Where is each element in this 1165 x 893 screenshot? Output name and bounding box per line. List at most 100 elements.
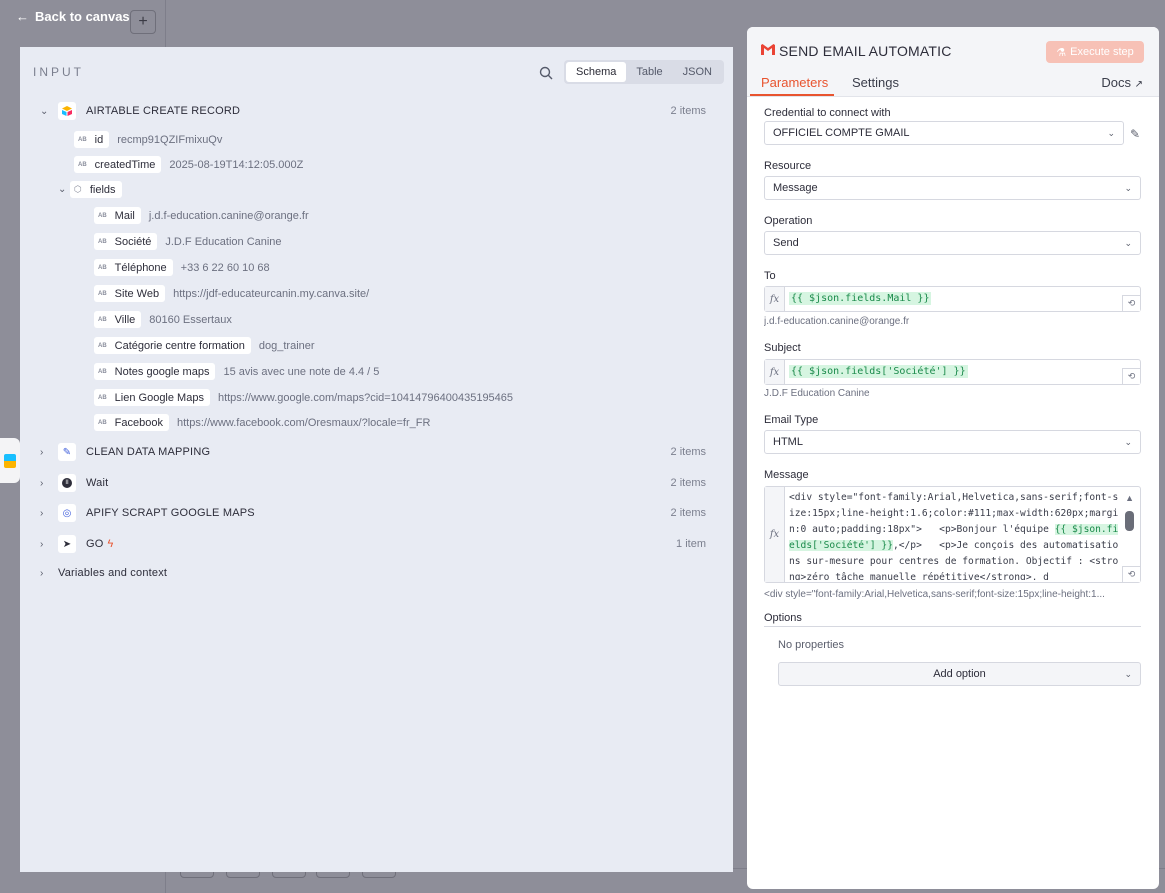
scrollbar-thumb[interactable] — [1125, 511, 1134, 531]
string-type-icon: AB — [98, 342, 107, 349]
active-tab-indicator — [750, 94, 834, 96]
chevron-down-icon: ⌄ — [1124, 669, 1132, 679]
email-type-select[interactable]: HTML ⌄ — [764, 430, 1141, 454]
resource-select[interactable]: Message ⌄ — [764, 176, 1141, 200]
chevron-down-icon: ⌄ — [40, 105, 49, 117]
docs-link[interactable]: Docs ↗ — [1101, 75, 1143, 90]
field-key[interactable]: AB Mail — [94, 207, 141, 224]
field-key[interactable]: AB Catégorie centre formation — [94, 337, 251, 354]
string-type-icon: AB — [98, 394, 107, 401]
field-row: AB Mail j.d.f-education.canine@orange.fr — [94, 207, 309, 224]
lightning-icon: ϟ — [107, 538, 114, 550]
field-key[interactable]: AB Téléphone — [94, 259, 173, 276]
gmail-icon — [761, 44, 775, 55]
field-value: 15 avis avec une note de 4.4 / 5 — [223, 365, 380, 378]
chevron-down-icon: ⌄ — [1124, 238, 1132, 248]
to-input[interactable]: fx {{ $json.fields.Mail }} ⟲ — [764, 286, 1141, 312]
search-icon[interactable] — [539, 66, 553, 80]
field-value: J.D.F Education Canine — [165, 235, 282, 248]
item-count: 2 items — [670, 446, 706, 458]
tree-node-airtable[interactable]: ⌄ AIRTABLE CREATE RECORD 2 items — [40, 102, 720, 120]
tab-settings[interactable]: Settings — [852, 75, 899, 90]
view-tab-json[interactable]: JSON — [673, 62, 722, 82]
message-editor[interactable]: fx <div style="font-family:Arial,Helveti… — [764, 486, 1141, 583]
to-preview: j.d.f-education.canine@orange.fr — [764, 316, 910, 327]
subject-input[interactable]: fx {{ $json.fields['Société'] }} ⟲ — [764, 359, 1141, 385]
credential-select[interactable]: OFFICIEL COMPTE GMAIL ⌄ — [764, 121, 1124, 145]
input-panel-title: INPUT — [33, 65, 84, 79]
field-row: AB Catégorie centre formation dog_trainer — [94, 337, 315, 354]
chevron-right-icon: › — [40, 567, 44, 579]
field-key[interactable]: AB createdTime — [74, 156, 162, 173]
field-value: +33 6 22 60 10 68 — [180, 261, 270, 274]
subject-preview: J.D.F Education Canine — [764, 388, 870, 399]
field-group-key[interactable]: ⬡ fields — [70, 181, 122, 198]
string-type-icon: AB — [98, 419, 107, 426]
arrow-left-icon: ← — [16, 9, 29, 24]
field-value: 80160 Essertaux — [149, 313, 232, 326]
string-type-icon: AB — [98, 238, 107, 245]
chevron-down-icon: ⌄ — [1124, 437, 1132, 447]
field-row: AB Ville 80160 Essertaux — [94, 311, 232, 328]
cursor-icon: ➤ — [58, 535, 76, 553]
item-count: 2 items — [670, 105, 706, 117]
chevron-right-icon: › — [40, 477, 44, 489]
pencil-icon: ✎ — [58, 443, 76, 461]
message-code[interactable]: <div style="font-family:Arial,Helvetica,… — [789, 490, 1123, 580]
variables-context-row[interactable]: › Variables and context — [40, 567, 167, 579]
item-count: 2 items — [670, 507, 706, 519]
field-group-row[interactable]: ⌄ ⬡ fields — [58, 181, 122, 198]
credential-label: Credential to connect with — [764, 107, 891, 119]
item-count: 2 items — [670, 477, 706, 489]
string-type-icon: AB — [98, 264, 107, 271]
fx-icon: fx — [765, 360, 785, 384]
field-key[interactable]: AB Notes google maps — [94, 363, 216, 380]
tab-parameters[interactable]: Parameters — [761, 75, 828, 90]
execute-step-button[interactable]: ⚗ Execute step — [1046, 41, 1144, 63]
string-type-icon: AB — [78, 136, 87, 143]
expand-icon[interactable]: ⟲ — [1122, 295, 1140, 311]
string-type-icon: AB — [78, 161, 87, 168]
field-row: AB id recmp91QZIFmixuQv — [74, 131, 222, 148]
add-option-button[interactable]: Add option ⌄ — [778, 662, 1141, 686]
edit-credential-icon[interactable]: ✎ — [1130, 127, 1140, 141]
field-key[interactable]: AB Facebook — [94, 414, 169, 431]
field-key[interactable]: AB Site Web — [94, 285, 166, 302]
scroll-up-icon[interactable]: ▲ — [1125, 493, 1134, 503]
field-key[interactable]: AB Ville — [94, 311, 142, 328]
string-type-icon: AB — [98, 212, 107, 219]
field-key[interactable]: AB Société — [94, 233, 158, 250]
field-row: AB Téléphone +33 6 22 60 10 68 — [94, 259, 270, 276]
field-value: dog_trainer — [258, 339, 315, 352]
globe-icon: ◎ — [58, 504, 76, 522]
string-type-icon: AB — [98, 368, 107, 375]
options-label: Options — [764, 612, 802, 624]
expand-icon[interactable]: ⟲ — [1122, 368, 1140, 384]
no-properties-text: No properties — [778, 639, 845, 651]
canvas-add-icon: + — [130, 10, 156, 34]
view-tab-schema[interactable]: Schema — [566, 62, 627, 82]
tree-node-go[interactable]: › ➤ GO ϟ 1 item — [40, 535, 720, 553]
node-panel-header: SEND EMAIL AUTOMATIC ⚗ Execute step Para… — [747, 27, 1159, 97]
operation-select[interactable]: Send ⌄ — [764, 231, 1141, 255]
field-value: 2025-08-19T14:12:05.000Z — [169, 158, 304, 171]
field-key[interactable]: AB id — [74, 131, 110, 148]
fx-icon: fx — [765, 287, 785, 311]
field-value: https://jdf-educateurcanin.my.canva.site… — [173, 287, 370, 300]
email-type-label: Email Type — [764, 414, 819, 426]
external-link-icon: ↗ — [1134, 79, 1143, 90]
tree-node-apify[interactable]: › ◎ APIFY SCRAPT GOOGLE MAPS 2 items — [40, 504, 720, 522]
message-label: Message — [764, 469, 809, 481]
tree-node-wait[interactable]: › II Wait 2 items — [40, 474, 720, 492]
divider — [764, 626, 1141, 627]
string-type-icon: AB — [98, 290, 107, 297]
resource-label: Resource — [764, 160, 812, 172]
field-value: https://www.facebook.com/Oresmaux/?local… — [176, 416, 431, 429]
fx-icon: fx — [765, 487, 785, 582]
view-tab-table[interactable]: Table — [626, 62, 672, 82]
field-key[interactable]: AB Lien Google Maps — [94, 389, 210, 406]
field-row: AB Notes google maps 15 avis avec une not… — [94, 363, 379, 380]
expand-icon[interactable]: ⟲ — [1122, 566, 1140, 582]
tree-node-clean-data-mapping[interactable]: › ✎ CLEAN DATA MAPPING 2 items — [40, 443, 720, 461]
back-to-canvas-button[interactable]: ← Back to canvas — [16, 9, 130, 24]
